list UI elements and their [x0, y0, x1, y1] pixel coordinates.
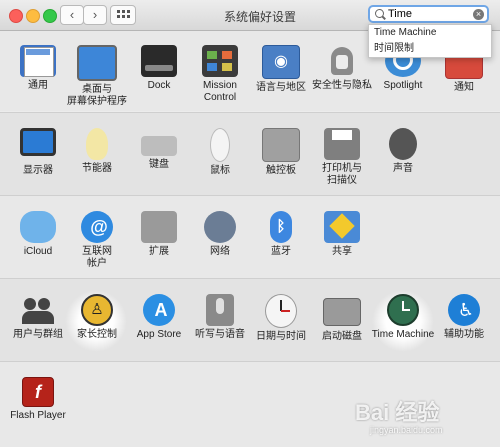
- language-icon: ◉: [262, 45, 300, 79]
- pref-label: 声音: [393, 163, 413, 174]
- search-result-item[interactable]: Time Machine: [369, 25, 491, 41]
- dock-icon: [141, 45, 177, 77]
- zoom-button[interactable]: [43, 9, 57, 23]
- search-input[interactable]: [388, 7, 472, 21]
- back-button[interactable]: ‹: [60, 5, 84, 25]
- icloud-icon: [20, 211, 56, 243]
- keyboard-icon: [141, 136, 177, 156]
- network-icon: [204, 211, 236, 243]
- system-preferences-window: ‹ › 系统偏好设置 × Time Machine 时间限制 通用 桌面与屏幕保…: [0, 0, 500, 447]
- sharing-icon: [324, 211, 360, 243]
- bluetooth-icon: ᛒ: [270, 211, 292, 243]
- pref-sound[interactable]: 声音: [367, 128, 439, 175]
- users-icon: [20, 294, 56, 326]
- printer-icon: [324, 128, 360, 160]
- search-field[interactable]: ×: [368, 5, 489, 23]
- mission-control-icon: [202, 45, 238, 77]
- clear-search-icon[interactable]: ×: [473, 9, 484, 20]
- show-all-button[interactable]: [110, 5, 136, 25]
- general-icon: [20, 45, 56, 77]
- pref-accessibility[interactable]: ♿ 辅助功能: [428, 294, 500, 341]
- internet-accounts-icon: @: [81, 211, 113, 243]
- mouse-icon: [210, 128, 230, 162]
- energy-icon: [86, 128, 108, 160]
- forward-button[interactable]: ›: [83, 5, 107, 25]
- pref-flash-player[interactable]: f Flash Player: [2, 377, 74, 422]
- desktop-icon: [77, 45, 117, 81]
- baidu-watermark: Bai 经验: [355, 400, 440, 425]
- search-icon: [375, 9, 384, 18]
- pref-label: 共享: [332, 246, 352, 257]
- pref-label: Flash Player: [10, 410, 66, 421]
- close-button[interactable]: [9, 9, 23, 23]
- extensions-icon: [141, 211, 177, 243]
- search-results-dropdown: Time Machine 时间限制: [368, 24, 492, 58]
- accessibility-icon: ♿: [448, 294, 480, 326]
- minimize-button[interactable]: [26, 9, 40, 23]
- pref-sharing[interactable]: 共享: [306, 211, 378, 258]
- display-icon: [20, 128, 56, 156]
- parental-controls-icon: ♙: [81, 294, 113, 326]
- watermark-url: jingyan.baidu.com: [370, 425, 443, 435]
- flash-player-icon: f: [22, 377, 54, 407]
- time-machine-icon: [387, 294, 419, 326]
- security-icon: [324, 45, 360, 77]
- app-store-icon: A: [143, 294, 175, 326]
- date-time-icon: [265, 294, 297, 328]
- pref-label: 辅助功能: [444, 329, 484, 340]
- startup-disk-icon: [323, 298, 361, 326]
- sound-icon: [389, 128, 417, 160]
- pref-label: 通知: [454, 82, 474, 93]
- trackpad-icon: [262, 128, 300, 162]
- search-result-item[interactable]: 时间限制: [369, 41, 491, 57]
- window-title: 系统偏好设置: [223, 10, 296, 24]
- dictation-icon: [206, 294, 234, 326]
